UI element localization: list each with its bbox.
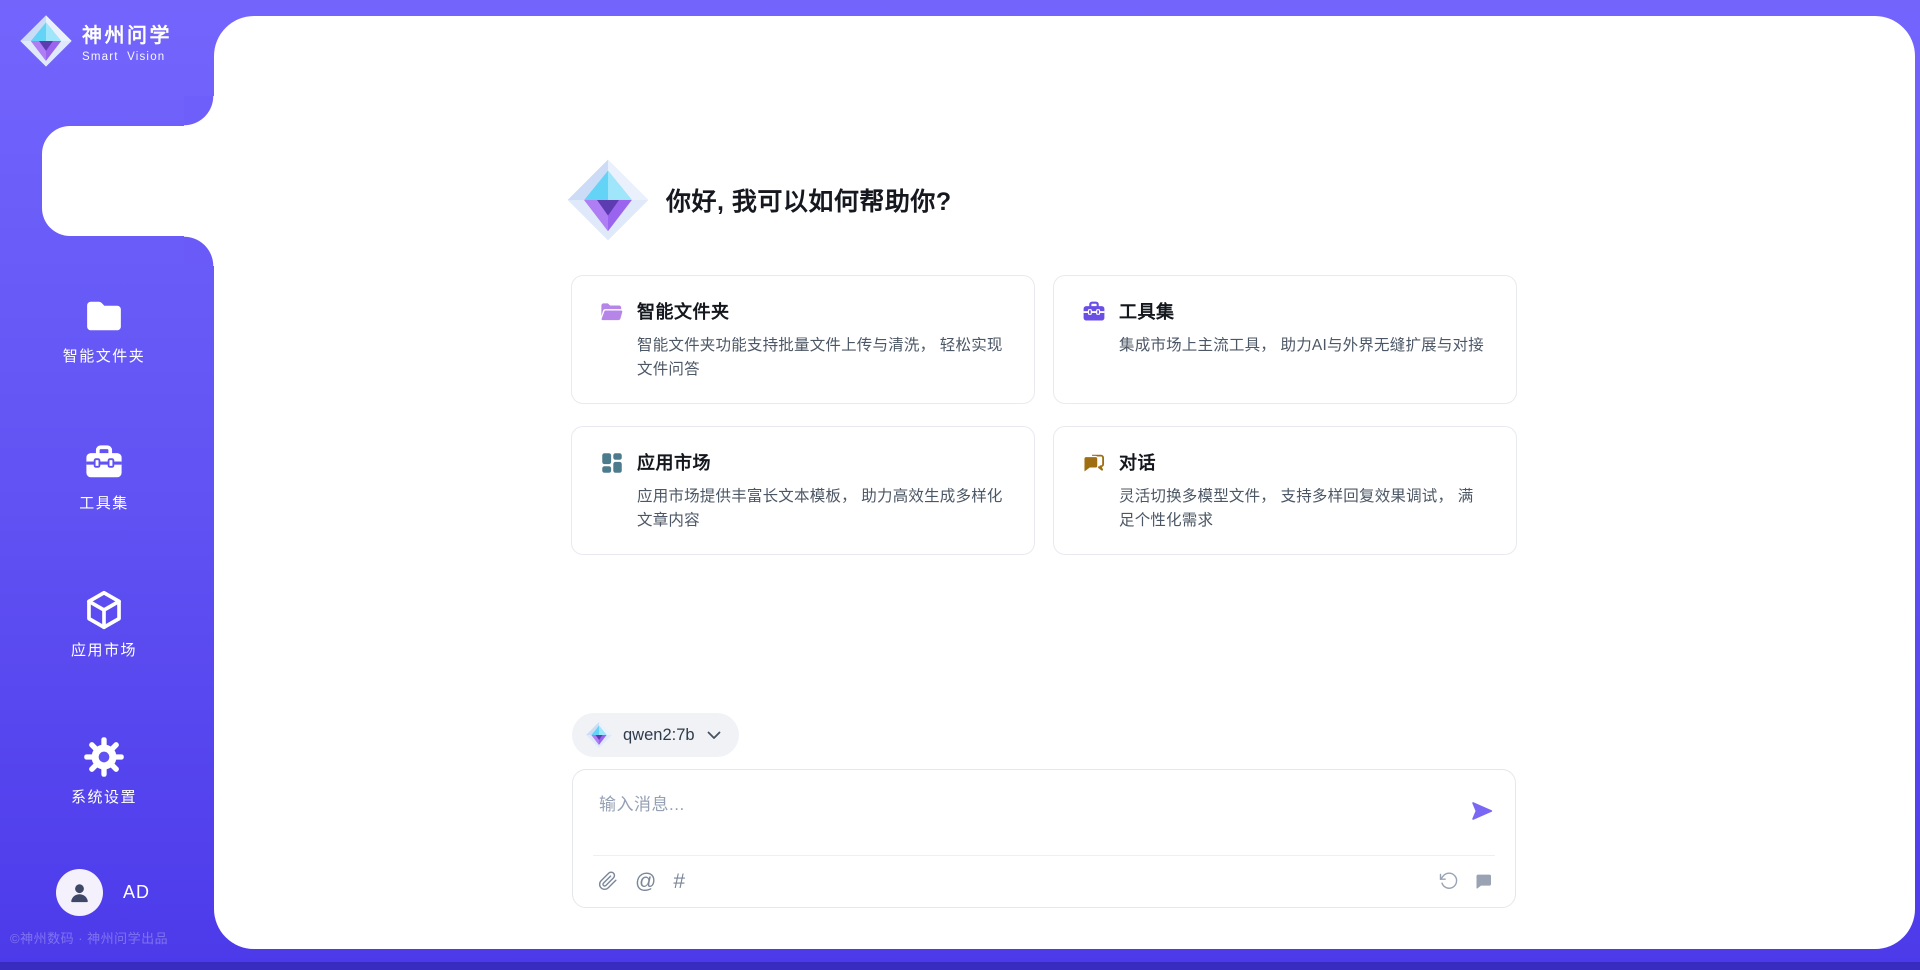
brand-text: 神州问学 Smart Vision — [82, 19, 172, 63]
grid-icon — [599, 450, 637, 476]
card-description: 灵活切换多模型文件， 支持多样回复效果调试， 满足个性化需求 — [1119, 485, 1488, 533]
sidebar-item-chat[interactable]: 对话 — [0, 138, 208, 210]
sidebar-item-app-market[interactable]: 应用市场 — [0, 588, 208, 660]
user-profile[interactable]: AD — [56, 869, 150, 916]
avatar[interactable] — [56, 869, 103, 916]
card-description: 集成市场上主流工具， 助力AI与外界无缝扩展与对接 — [1119, 334, 1488, 358]
card-title: 工具集 — [1119, 298, 1488, 324]
composer: @# — [572, 769, 1516, 908]
card-title: 对话 — [1119, 449, 1488, 475]
message-input[interactable] — [573, 770, 1423, 848]
composer-toolbar: @# — [573, 856, 1515, 906]
sidebar-item-label: 工具集 — [0, 492, 208, 513]
send-button[interactable] — [1469, 798, 1495, 824]
composer-right-tools — [1439, 871, 1493, 891]
sidebar-item-label: 应用市场 — [0, 639, 208, 660]
composer-left-tools: @# — [598, 871, 685, 892]
tab-flare-top — [184, 96, 214, 126]
brand-name: 神州问学 — [82, 19, 172, 48]
brand-logo-icon — [18, 13, 74, 69]
assistant-logo-icon — [564, 156, 652, 244]
bottom-edge-strip — [0, 962, 1920, 970]
model-logo-icon — [585, 721, 613, 749]
sidebar: 神州问学 Smart Vision 对话 智能文件夹 工具集 应用市场 系统设置… — [0, 0, 214, 970]
briefcase-icon — [1081, 299, 1119, 325]
paperclip-icon[interactable] — [598, 871, 618, 891]
hash-icon[interactable]: # — [673, 871, 685, 892]
user-icon — [66, 879, 93, 906]
sidebar-item-label: 对话 — [0, 189, 208, 210]
chat-bubbles-icon — [1081, 450, 1119, 476]
main-panel: 你好, 我可以如何帮助你? 智能文件夹 智能文件夹功能支持批量文件上传与清洗， … — [214, 16, 1915, 949]
card-title: 智能文件夹 — [637, 298, 1006, 324]
card-chat[interactable]: 对话 灵活切换多模型文件， 支持多样回复效果调试， 满足个性化需求 — [1053, 426, 1517, 555]
footer-credit: ©神州数码 · 神州问学出品 — [10, 928, 220, 947]
sidebar-item-smart-folder[interactable]: 智能文件夹 — [0, 294, 208, 366]
greeting-text: 你好, 我可以如何帮助你? — [666, 182, 952, 218]
feature-cards: 智能文件夹 智能文件夹功能支持批量文件上传与清洗， 轻松实现文件问答 工具集 集… — [571, 275, 1517, 555]
tab-flare-bottom — [184, 236, 214, 266]
user-label: AD — [123, 882, 150, 903]
card-toolset[interactable]: 工具集 集成市场上主流工具， 助力AI与外界无缝扩展与对接 — [1053, 275, 1517, 404]
cube-icon — [82, 588, 126, 632]
card-description: 智能文件夹功能支持批量文件上传与清洗， 轻松实现文件问答 — [637, 334, 1006, 382]
send-icon — [1469, 798, 1495, 824]
app-window: 你好, 我可以如何帮助你? 智能文件夹 智能文件夹功能支持批量文件上传与清洗， … — [0, 0, 1920, 970]
sidebar-item-settings[interactable]: 系统设置 — [0, 735, 208, 807]
brand-subtitle: Smart Vision — [82, 51, 172, 63]
sidebar-item-label: 智能文件夹 — [0, 345, 208, 366]
history-icon[interactable] — [1439, 871, 1459, 891]
chat-bubbles-icon — [82, 138, 126, 182]
greeting: 你好, 我可以如何帮助你? — [564, 156, 952, 244]
card-app-market[interactable]: 应用市场 应用市场提供丰富长文本模板， 助力高效生成多样化文章内容 — [571, 426, 1035, 555]
card-description: 应用市场提供丰富长文本模板， 助力高效生成多样化文章内容 — [637, 485, 1006, 533]
model-name: qwen2:7b — [623, 726, 695, 745]
card-smart-folder[interactable]: 智能文件夹 智能文件夹功能支持批量文件上传与清洗， 轻松实现文件问答 — [571, 275, 1035, 404]
sidebar-item-label: 系统设置 — [0, 786, 208, 807]
folder-icon — [82, 294, 126, 338]
brand: 神州问学 Smart Vision — [18, 13, 172, 69]
model-selector[interactable]: qwen2:7b — [572, 713, 739, 757]
chat-bubble-icon[interactable] — [1473, 871, 1493, 891]
chevron-down-icon — [707, 731, 721, 740]
briefcase-icon — [82, 441, 126, 485]
card-title: 应用市场 — [637, 449, 1006, 475]
sidebar-item-toolset[interactable]: 工具集 — [0, 441, 208, 513]
gear-icon — [82, 735, 126, 779]
folder-open-icon — [599, 299, 637, 325]
at-sign-icon[interactable]: @ — [635, 871, 656, 892]
